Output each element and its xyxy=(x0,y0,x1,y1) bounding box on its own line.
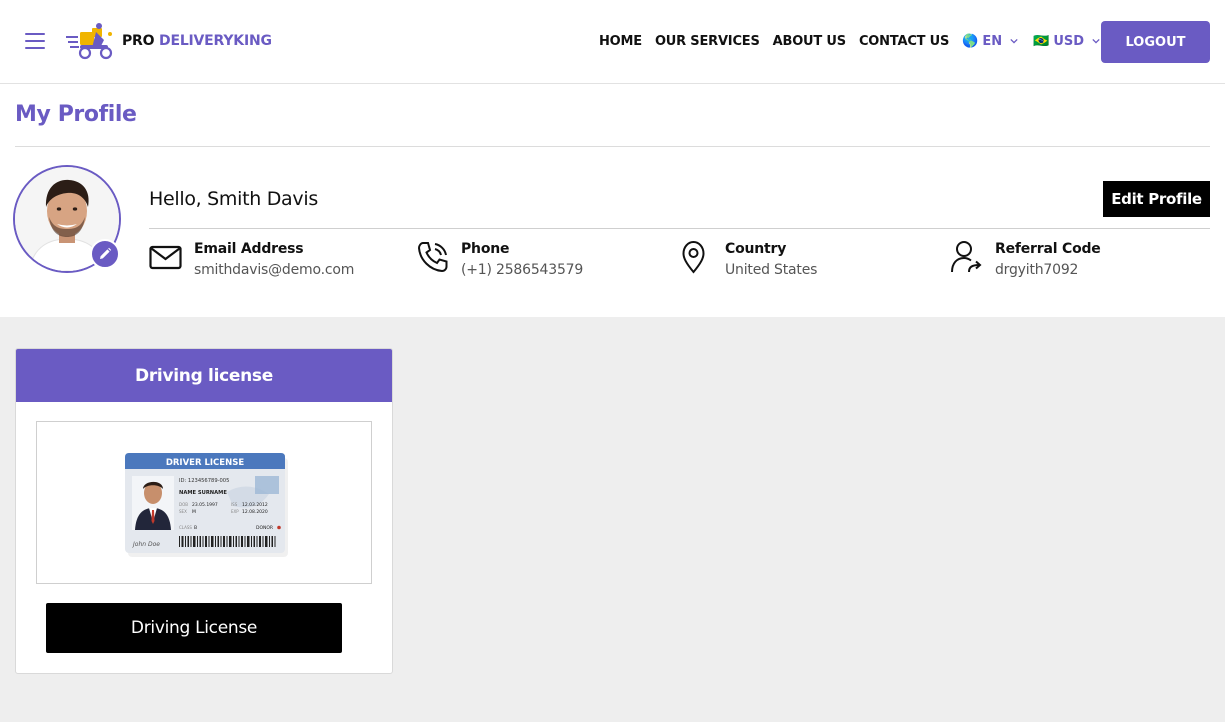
license-id: ID: 123456789-005 xyxy=(179,478,229,484)
license-signature: John Doe xyxy=(132,541,160,548)
phone-label: Phone xyxy=(461,241,510,257)
top-navbar: PRO DELIVERYKING HOME OUR SERVICES ABOUT… xyxy=(0,0,1225,84)
brand-logo[interactable]: PRO DELIVERYKING xyxy=(66,22,272,60)
license-heading: DRIVER LICENSE xyxy=(166,458,245,468)
license-class: B xyxy=(194,525,197,531)
license-image-frame[interactable]: DRIVER LICENSE ID: 123456789-005 NAME SU… xyxy=(36,421,372,584)
delivery-logo-icon xyxy=(66,23,113,60)
brand-name: PRO DELIVERYKING xyxy=(122,33,272,49)
language-select[interactable]: 🌎 EN xyxy=(962,34,1018,49)
chevron-down-icon xyxy=(1010,38,1018,44)
referral-info: Referral Code drgyith7092 xyxy=(950,240,1101,279)
nav-contact-us[interactable]: CONTACT US xyxy=(859,34,949,49)
license-dob: 23.05.1997 xyxy=(192,502,218,508)
brand-name-part1: PRO xyxy=(122,33,155,49)
phone-icon xyxy=(417,242,448,273)
license-donor: DONOR xyxy=(256,525,273,531)
location-pin-icon xyxy=(682,240,705,274)
divider xyxy=(15,146,1210,147)
edit-avatar-button[interactable] xyxy=(90,239,120,269)
envelope-icon xyxy=(149,245,182,270)
user-share-icon xyxy=(951,241,982,273)
nav-home[interactable]: HOME xyxy=(599,34,642,49)
pencil-icon xyxy=(100,247,112,259)
license-dob-label: DOB xyxy=(179,502,188,507)
card-title: Driving license xyxy=(16,349,392,402)
license-sex-label: SEX xyxy=(179,509,187,514)
driving-license-card: Driving license DRIVER LICENSE ID: 12345… xyxy=(15,348,393,674)
menu-icon[interactable] xyxy=(25,33,45,49)
license-exp: 12.08.2020 xyxy=(242,509,268,515)
nav-about-us[interactable]: ABOUT US xyxy=(773,34,846,49)
edit-profile-button[interactable]: Edit Profile xyxy=(1103,181,1210,217)
phone-value: (+1) 2586543579 xyxy=(461,262,584,278)
license-iss: 12.03.2012 xyxy=(242,502,268,508)
currency-select[interactable]: 🇧🇷 USD xyxy=(1033,34,1100,49)
globe-icon: 🌎 xyxy=(962,33,979,49)
language-label: EN xyxy=(982,33,1003,49)
page-title: My Profile xyxy=(15,102,137,127)
license-sex: M xyxy=(192,509,196,515)
email-value: smithdavis@demo.com xyxy=(194,262,355,278)
referral-value: drgyith7092 xyxy=(995,262,1079,278)
country-label: Country xyxy=(725,241,787,257)
chevron-down-icon xyxy=(1092,38,1100,44)
country-info: Country United States xyxy=(680,240,817,279)
license-name: NAME SURNAME xyxy=(179,490,227,496)
logout-button[interactable]: LOGOUT xyxy=(1101,21,1210,63)
driving-license-button[interactable]: Driving License xyxy=(46,603,342,653)
email-label: Email Address xyxy=(194,241,304,257)
flag-icon: 🇧🇷 xyxy=(1033,33,1050,49)
profile-section: My Profile Hello, Smith Davis Edit Profi… xyxy=(0,84,1225,317)
main-nav: HOME OUR SERVICES ABOUT US CONTACT US 🌎 … xyxy=(599,31,1115,51)
currency-label: USD xyxy=(1053,33,1085,49)
phone-info: Phone (+1) 2586543579 xyxy=(416,240,583,279)
license-iss-label: ISS xyxy=(231,502,238,507)
referral-label: Referral Code xyxy=(995,241,1101,257)
nav-our-services[interactable]: OUR SERVICES xyxy=(655,34,760,49)
country-value: United States xyxy=(725,262,818,278)
driver-license-image: DRIVER LICENSE ID: 123456789-005 NAME SU… xyxy=(125,453,288,557)
brand-name-part2: DELIVERYKING xyxy=(159,33,272,49)
email-info: Email Address smithdavis@demo.com xyxy=(149,240,354,279)
license-exp-label: EXP xyxy=(231,509,239,514)
divider xyxy=(149,228,1210,229)
greeting: Hello, Smith Davis xyxy=(149,188,318,210)
license-class-label: CLASS xyxy=(179,525,192,530)
